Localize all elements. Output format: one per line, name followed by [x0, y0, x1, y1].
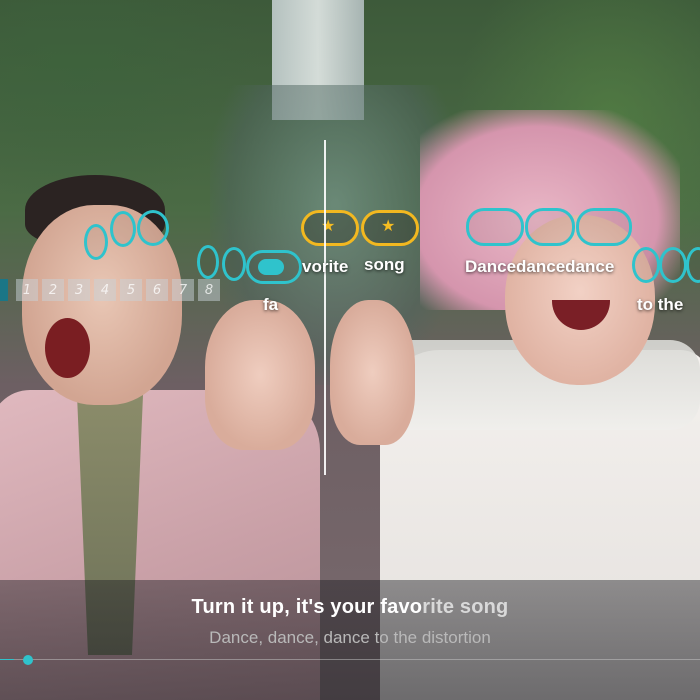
- note-marker: [137, 210, 169, 246]
- note-marker: [525, 208, 575, 246]
- pitch-step: 6: [146, 279, 168, 301]
- note-word: to the: [637, 295, 684, 314]
- song-progress-track: [0, 659, 700, 660]
- sung-portion: Turn it up, it's your favo: [191, 596, 423, 618]
- current-lyric-line: Turn it up, it's your favorite song: [0, 596, 700, 619]
- player-marker: [0, 279, 8, 301]
- note-word: song: [364, 255, 405, 274]
- pitch-step: 7: [172, 279, 194, 301]
- karaoke-hud: 1 2 3 4 5 6 7 8 ★ ★ fa vorite song Dance…: [0, 0, 700, 700]
- pitch-ladder: 1 2 3 4 5 6 7 8: [0, 279, 224, 301]
- note-marker: [576, 208, 632, 246]
- note-fill: [258, 259, 284, 275]
- star-icon: ★: [381, 218, 396, 235]
- song-progress-knob: [23, 655, 33, 665]
- note-word: fa: [263, 295, 279, 314]
- note-marker: [110, 211, 136, 247]
- pitch-step: 8: [198, 279, 220, 301]
- pitch-step: 1: [16, 279, 38, 301]
- note-marker: [659, 247, 687, 283]
- note-marker: [686, 247, 700, 283]
- pitch-step: 3: [68, 279, 90, 301]
- note-marker: [222, 247, 246, 281]
- pitch-step: 4: [94, 279, 116, 301]
- next-lyric-line: Dance, dance, dance to the distortion: [209, 628, 491, 647]
- pitch-step: 2: [42, 279, 64, 301]
- note-marker: [197, 245, 219, 279]
- song-progress-fill: [0, 659, 14, 660]
- note-marker: [84, 224, 108, 260]
- unsung-portion: rite song: [422, 596, 509, 618]
- note-word: Dancedancedance: [465, 257, 615, 276]
- note-word: vorite: [302, 257, 349, 276]
- note-marker: [632, 247, 660, 283]
- pitch-step: 5: [120, 279, 142, 301]
- note-marker: [466, 208, 524, 246]
- now-marker-line: [324, 140, 326, 475]
